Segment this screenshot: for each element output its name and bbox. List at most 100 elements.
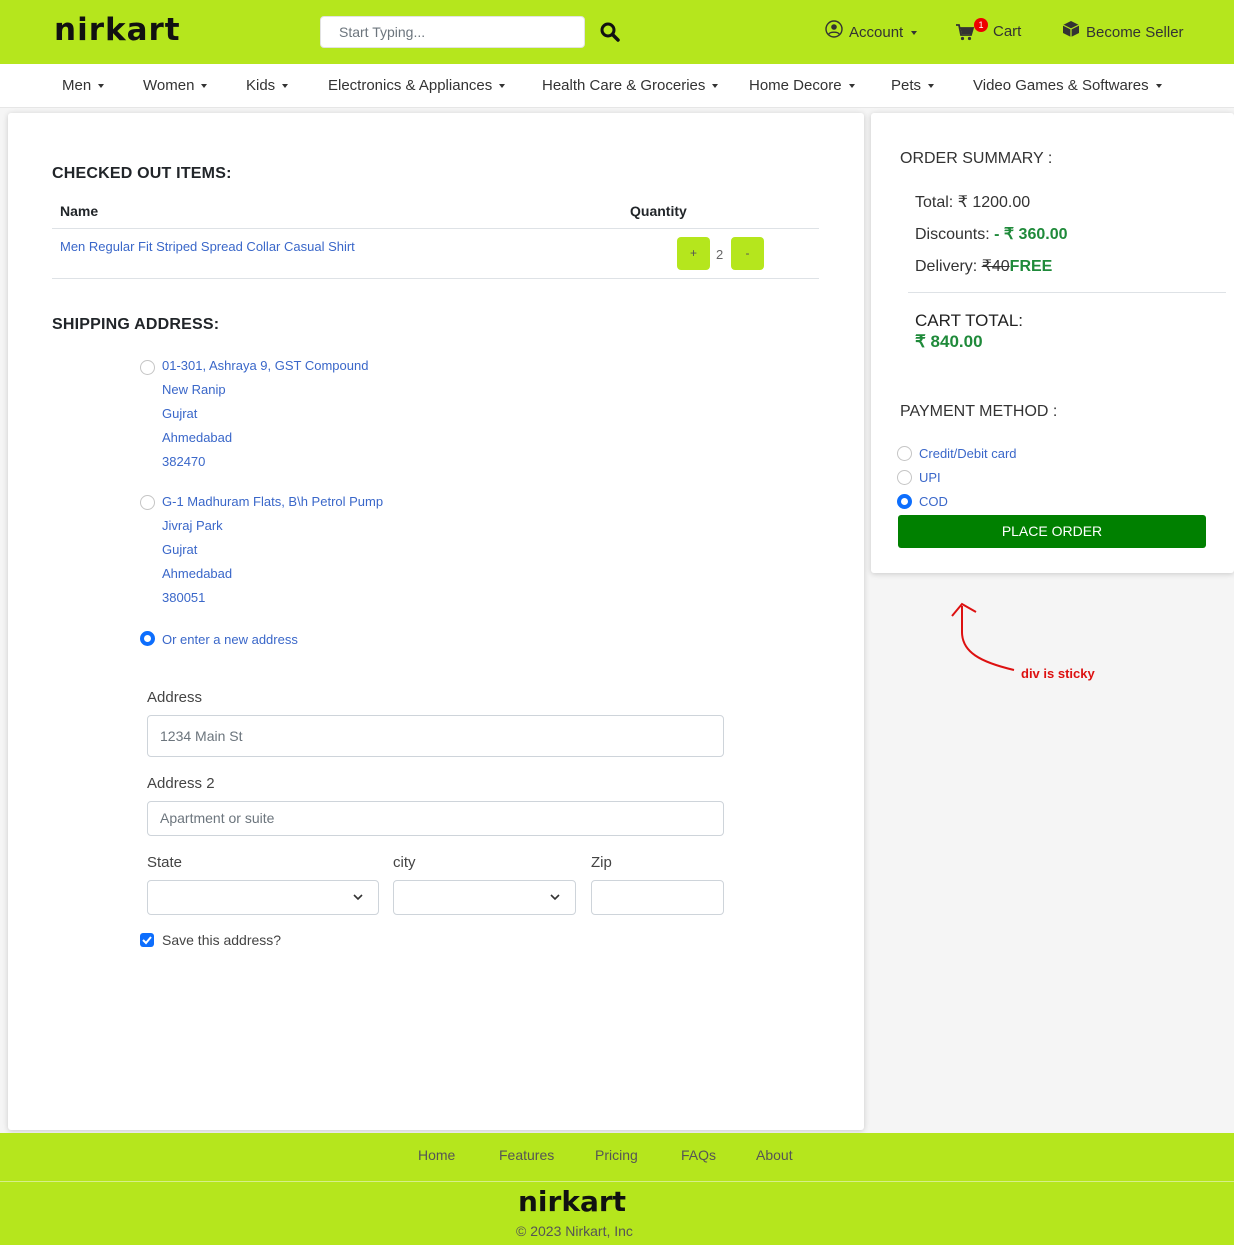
footer-divider [0,1181,1234,1182]
total-value: ₹ 1200.00 [957,194,1031,211]
address-line1: 01-301, Ashraya 9, GST Compound [162,358,369,373]
category-label: Men [62,77,92,94]
chevron-down-icon [201,83,208,88]
category-women[interactable]: Women [143,77,208,94]
search-input[interactable]: Start Typing... [320,16,585,48]
payment-card-radio[interactable] [897,446,912,461]
cart-label: Cart [993,23,1022,40]
payment-upi-radio[interactable] [897,470,912,485]
item-name-link[interactable]: Men Regular Fit Striped Spread Collar Ca… [60,239,355,254]
box-icon [1062,20,1080,46]
quantity-decrease-button[interactable]: - [731,237,764,270]
new-address-label: Or enter a new address [162,632,298,647]
address-zip: 380051 [162,590,206,605]
total-row: Total: ₹ 1200.00 [915,192,1030,212]
delivery-label: Delivery: [915,258,978,275]
payment-upi-label: UPI [919,470,941,485]
category-electronics[interactable]: Electronics & Appliances [328,77,506,94]
address-line2: New Ranip [162,382,226,397]
category-label: Women [143,77,195,94]
category-label: Pets [891,77,922,94]
chevron-down-icon [282,83,289,88]
chevron-down-icon [353,894,363,901]
category-health-care[interactable]: Health Care & Groceries [542,77,719,94]
category-men[interactable]: Men [62,77,105,94]
category-label: Health Care & Groceries [542,77,706,94]
zip-input[interactable] [591,880,724,915]
account-menu[interactable]: Account [825,20,918,46]
address2-label: Address 2 [147,775,215,792]
category-video-games[interactable]: Video Games & Softwares [973,77,1162,94]
top-header: nirkart Start Typing... Account 1 Cart B… [0,0,1234,64]
check-icon [142,936,152,945]
chevron-down-icon [928,83,935,88]
checkout-card: CHECKED OUT ITEMS: Name Quantity Men Reg… [8,113,864,1130]
state-select[interactable] [147,880,379,915]
place-order-button[interactable]: PLACE ORDER [898,515,1206,548]
search-icon[interactable] [598,20,622,44]
discount-label: Discounts: [915,226,990,243]
copyright-text: © 2023 Nirkart, Inc [516,1223,633,1239]
user-circle-icon [825,20,843,46]
state-label: State [147,854,183,871]
delivery-row: Delivery: ₹40FREE [915,256,1052,276]
become-seller-link[interactable]: Become Seller [1062,20,1184,46]
category-label: Kids [246,77,276,94]
category-nav: Men Women Kids Electronics & Appliances … [0,64,1234,108]
chevron-down-icon [848,83,855,88]
cart-icon: 1 [955,18,988,42]
footer-link-about[interactable]: About [756,1147,793,1163]
category-pets[interactable]: Pets [891,77,935,94]
table-divider [52,278,819,279]
chevron-down-icon [911,31,918,35]
footer-link-home[interactable]: Home [418,1147,455,1163]
save-address-checkbox[interactable] [140,933,154,947]
footer-link-pricing[interactable]: Pricing [595,1147,638,1163]
payment-card-label: Credit/Debit card [919,446,1017,461]
address-state: Gujrat [162,406,198,421]
col-quantity-header: Quantity [630,203,687,219]
footer-link-features[interactable]: Features [499,1147,554,1163]
new-address-radio[interactable] [140,631,155,646]
quantity-increase-button[interactable]: + [677,237,710,270]
annotation-arrow-icon [951,602,1015,671]
order-summary-title: ORDER SUMMARY : [900,150,1053,167]
chevron-down-icon [712,83,719,88]
address-radio[interactable] [140,360,155,375]
shipping-address-title: SHIPPING ADDRESS: [52,316,220,333]
chevron-down-icon [499,83,506,88]
address-city: Ahmedabad [162,430,233,445]
payment-method-title: PAYMENT METHOD : [900,403,1058,420]
save-address-label: Save this address? [162,932,282,948]
city-select[interactable] [393,880,576,915]
payment-cod-radio[interactable] [897,494,912,509]
category-kids[interactable]: Kids [246,77,289,94]
order-summary-card: ORDER SUMMARY : Total: ₹ 1200.00 Discoun… [871,113,1234,573]
chevron-down-icon [98,83,105,88]
brand-logo[interactable]: nirkart [54,12,181,48]
cart-link[interactable]: 1 Cart [955,18,1022,44]
discount-row: Discounts: - ₹ 360.00 [915,224,1068,244]
sticky-annotation: div is sticky [1021,666,1095,681]
chevron-down-icon [1155,83,1162,88]
address-line1: G-1 Madhuram Flats, B\h Petrol Pump [162,494,384,509]
address-label: Address [147,689,203,706]
cart-total-label: CART TOTAL: [915,311,1024,330]
footer-link-faqs[interactable]: FAQs [681,1147,716,1163]
category-label: Electronics & Appliances [328,77,493,94]
address-line2: Jivraj Park [162,518,223,533]
city-label: city [393,854,416,871]
cart-total-value: ₹ 840.00 [915,332,983,351]
footer: Home Features Pricing FAQs About nirkart… [0,1133,1234,1245]
address-input[interactable]: 1234 Main St [147,715,724,757]
footer-logo[interactable]: nirkart [518,1185,626,1218]
total-label: Total: [915,194,954,211]
address-radio[interactable] [140,495,155,510]
delivery-free: FREE [1009,258,1053,275]
become-seller-label: Become Seller [1086,24,1184,41]
discount-value: - ₹ 360.00 [994,226,1068,243]
address2-input[interactable]: Apartment or suite [147,801,724,836]
payment-cod-label: COD [919,494,948,509]
table-divider [52,228,819,229]
category-home-decore[interactable]: Home Decore [749,77,855,94]
